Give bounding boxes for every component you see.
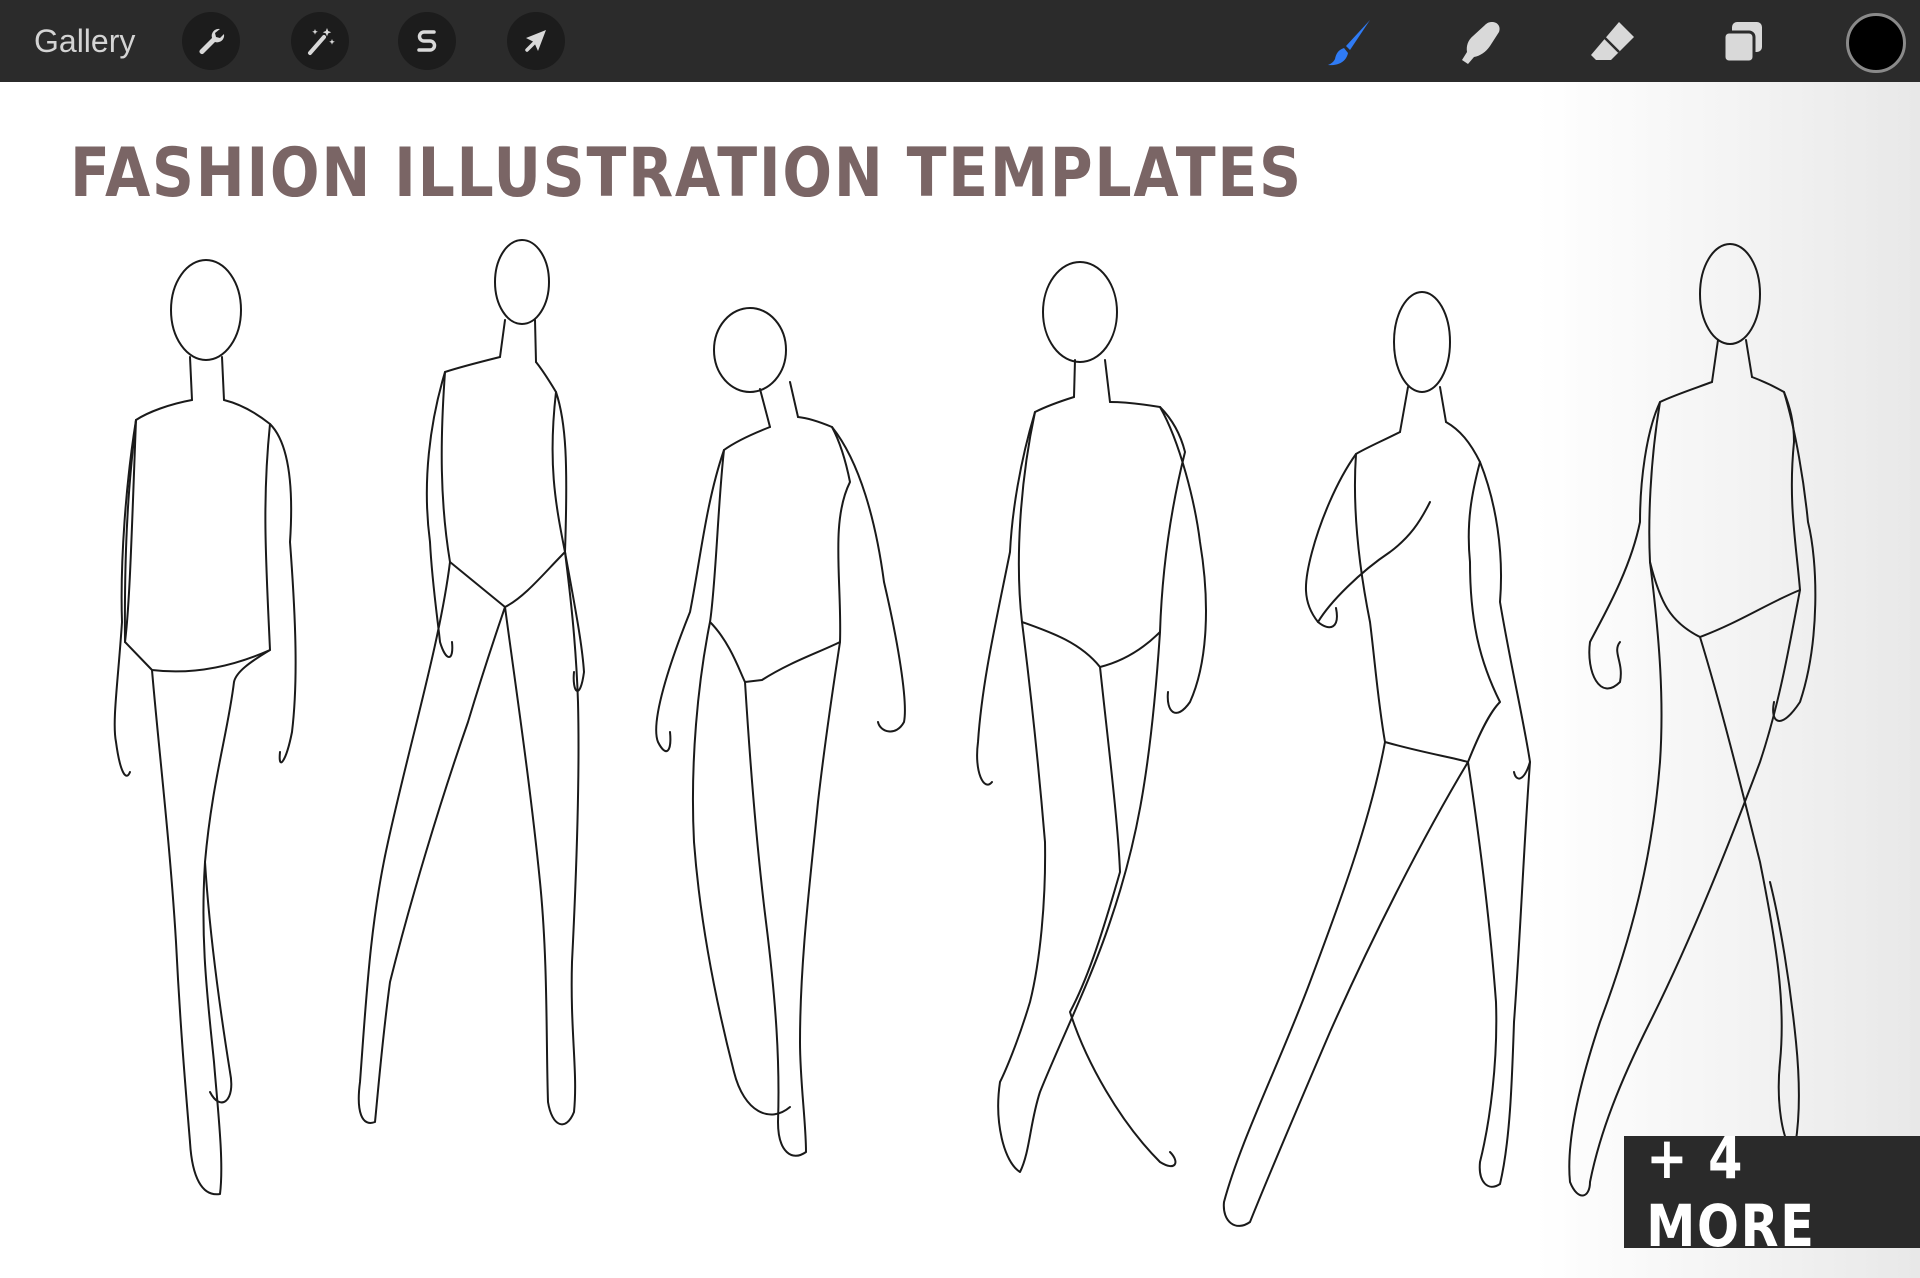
brush-button[interactable] bbox=[1322, 14, 1378, 70]
eraser-button[interactable] bbox=[1585, 14, 1641, 70]
adjustments-button[interactable] bbox=[291, 12, 349, 70]
croquis-figures bbox=[113, 239, 1817, 1227]
eraser-icon bbox=[1591, 22, 1634, 60]
croquis-figure-6 bbox=[1568, 243, 1817, 1197]
croquis-figure-5 bbox=[1222, 291, 1531, 1227]
layers-button[interactable] bbox=[1716, 14, 1772, 70]
croquis-figure-4 bbox=[976, 261, 1207, 1173]
top-toolbar: Gallery bbox=[0, 0, 1920, 82]
arrow-cursor-icon bbox=[525, 30, 546, 52]
more-badge-label: + 4 MORE bbox=[1646, 1124, 1816, 1260]
more-templates-badge: + 4 MORE bbox=[1624, 1124, 1920, 1260]
actions-button[interactable] bbox=[182, 12, 240, 70]
drawing-canvas[interactable]: FASHION ILLUSTRATION TEMPLATES + 4 MORE bbox=[0, 82, 1920, 1278]
wrench-icon bbox=[199, 28, 225, 54]
croquis-figure-3 bbox=[655, 307, 906, 1157]
croquis-figure-1 bbox=[113, 259, 297, 1196]
croquis-figure-2 bbox=[357, 239, 585, 1126]
transform-button[interactable] bbox=[507, 12, 565, 70]
gallery-button[interactable]: Gallery bbox=[34, 20, 135, 62]
selection-button[interactable] bbox=[398, 12, 456, 70]
color-picker-swatch[interactable] bbox=[1846, 13, 1906, 73]
selection-s-icon bbox=[417, 30, 437, 52]
brush-icon bbox=[1328, 20, 1370, 66]
magic-wand-icon bbox=[308, 28, 335, 55]
smudge-finger-icon bbox=[1462, 22, 1500, 64]
smudge-button[interactable] bbox=[1452, 14, 1508, 70]
layers-icon bbox=[1722, 22, 1762, 64]
